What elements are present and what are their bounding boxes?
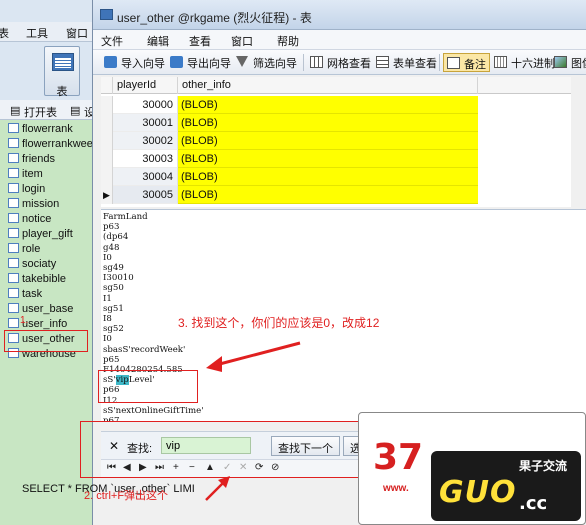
logo-www: www. [383, 483, 409, 494]
watermark-logo: 37 www. GUO 果子交流 .cc [358, 412, 586, 525]
logo-brand-number: 37 [373, 437, 424, 478]
arrow-step3 [211, 341, 301, 368]
logo-tld: .cc [519, 493, 548, 514]
logo-cn-text: 果子交流 [519, 459, 568, 473]
arrow-step3-head [206, 356, 222, 372]
logo-name: GUO [439, 475, 517, 510]
